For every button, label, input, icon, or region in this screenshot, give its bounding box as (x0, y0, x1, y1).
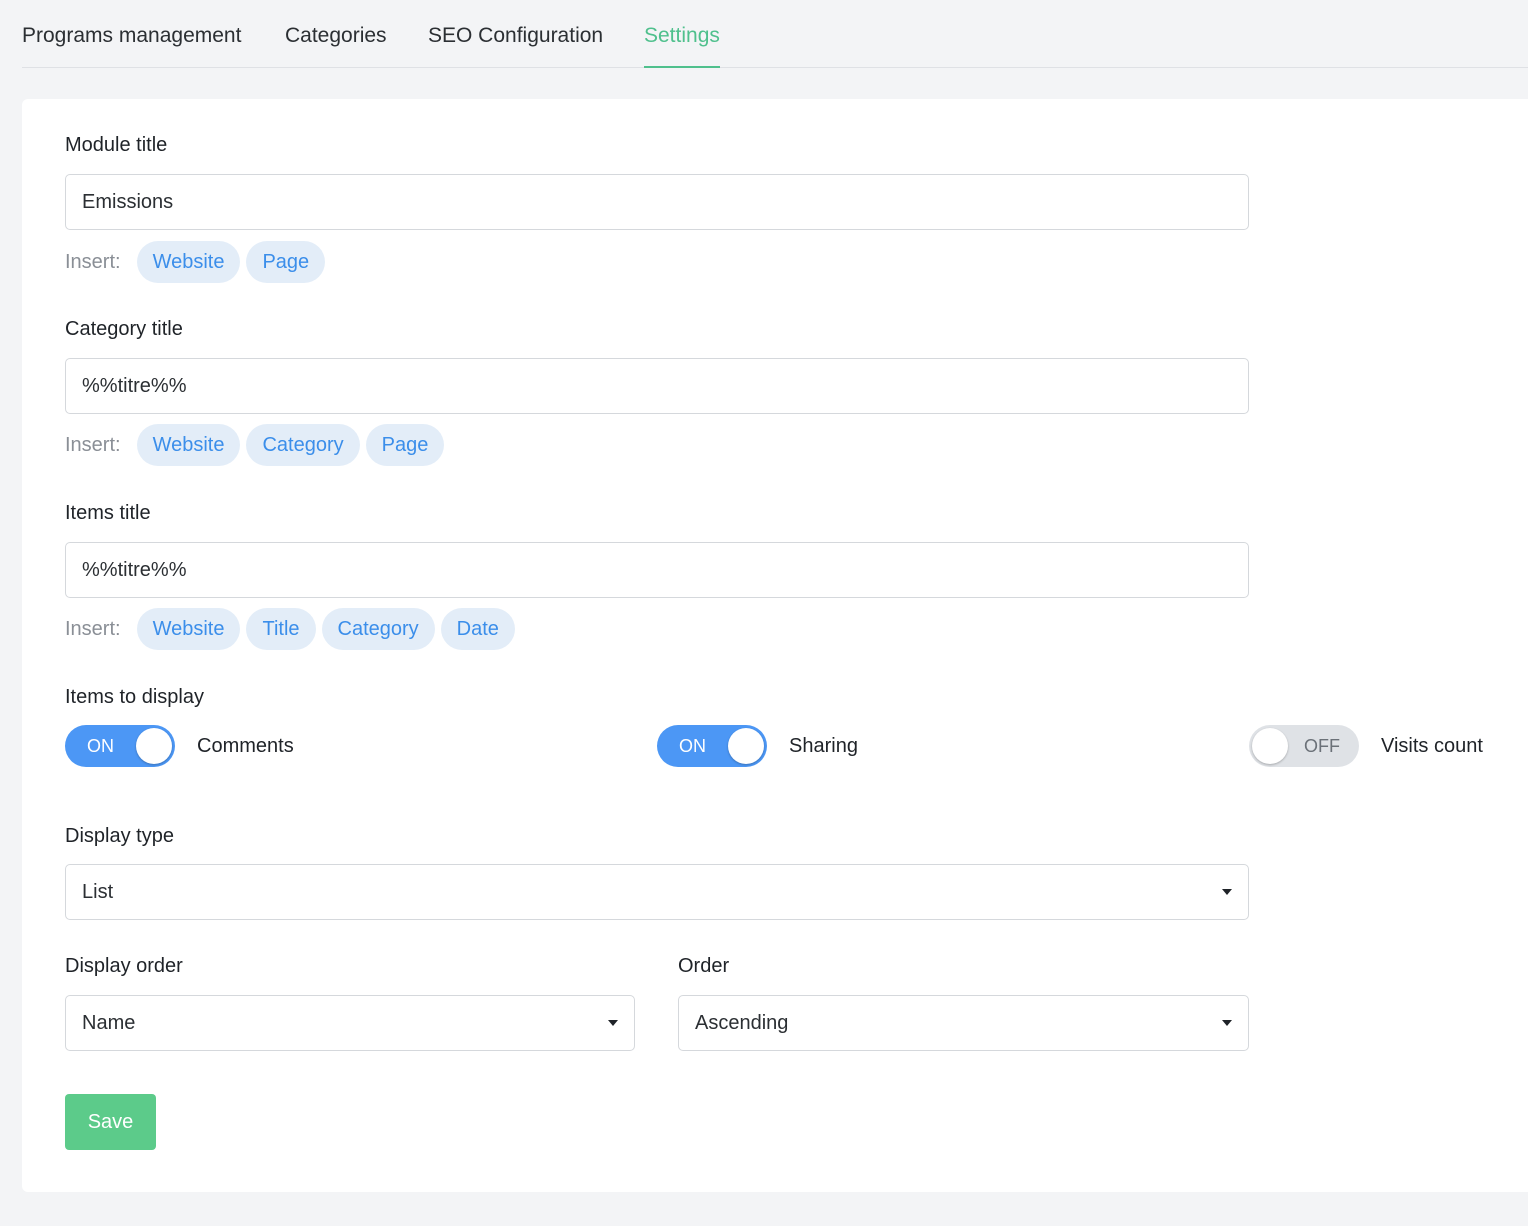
toggle-comments-group: ON Comments (65, 725, 294, 767)
tab-seo-configuration[interactable]: SEO Configuration (428, 22, 603, 66)
display-type-label: Display type (65, 825, 174, 847)
tab-programs-management[interactable]: Programs management (22, 22, 241, 66)
toggle-knob (136, 728, 172, 764)
sharing-toggle-label: Sharing (789, 734, 858, 757)
category-title-input[interactable] (65, 358, 1249, 414)
insert-chip-category[interactable]: Category (246, 424, 360, 466)
insert-chip-date[interactable]: Date (440, 608, 515, 650)
display-type-value: List (82, 881, 114, 903)
display-order-label: Display order (65, 955, 183, 977)
module-title-label: Module title (65, 134, 168, 156)
insert-chip-title[interactable]: Title (246, 608, 316, 650)
category-title-insert-row: Insert: Website Category Page (65, 424, 450, 466)
insert-chip-page[interactable]: Page (246, 241, 326, 283)
module-title-input[interactable] (65, 174, 1249, 230)
insert-label: Insert: (65, 433, 121, 456)
items-title-label: Items title (65, 502, 151, 524)
insert-chip-page[interactable]: Page (365, 424, 445, 466)
tab-bar: Programs management Categories SEO Confi… (22, 0, 1528, 68)
save-button[interactable]: Save (65, 1094, 156, 1150)
module-title-insert-row: Insert: Website Page (65, 241, 331, 283)
visits-count-toggle[interactable]: OFF (1249, 725, 1359, 767)
caret-down-icon (608, 1020, 618, 1026)
insert-label: Insert: (65, 617, 121, 640)
display-order-value: Name (82, 1012, 136, 1034)
toggle-knob (728, 728, 764, 764)
toggle-knob (1252, 728, 1288, 764)
tab-categories[interactable]: Categories (285, 22, 387, 66)
items-to-display-label: Items to display (65, 686, 204, 708)
insert-chip-website[interactable]: Website (136, 241, 241, 283)
toggle-sharing-group: ON Sharing (657, 725, 858, 767)
toggle-state-text: OFF (1304, 736, 1340, 756)
items-title-insert-row: Insert: Website Title Category Date (65, 608, 521, 650)
caret-down-icon (1222, 889, 1232, 895)
comments-toggle-label: Comments (197, 734, 294, 757)
order-value: Ascending (695, 1012, 789, 1034)
comments-toggle[interactable]: ON (65, 725, 175, 767)
insert-chip-category[interactable]: Category (321, 608, 435, 650)
toggle-visits-count-group: OFF Visits count (1249, 725, 1483, 767)
items-title-input[interactable] (65, 542, 1249, 598)
order-label: Order (678, 955, 730, 977)
caret-down-icon (1222, 1020, 1232, 1026)
visits-count-toggle-label: Visits count (1381, 734, 1483, 757)
toggle-state-text: ON (87, 736, 114, 756)
display-order-select[interactable]: Name (65, 995, 635, 1051)
toggle-state-text: ON (679, 736, 706, 756)
order-select[interactable]: Ascending (678, 995, 1249, 1051)
category-title-label: Category title (65, 318, 183, 340)
tab-settings[interactable]: Settings (644, 22, 720, 68)
settings-panel: Module title Insert: Website Page Catego… (22, 99, 1528, 1192)
insert-label: Insert: (65, 250, 121, 273)
insert-chip-website[interactable]: Website (136, 424, 241, 466)
insert-chip-website[interactable]: Website (136, 608, 241, 650)
display-type-select[interactable]: List (65, 864, 1249, 920)
sharing-toggle[interactable]: ON (657, 725, 767, 767)
